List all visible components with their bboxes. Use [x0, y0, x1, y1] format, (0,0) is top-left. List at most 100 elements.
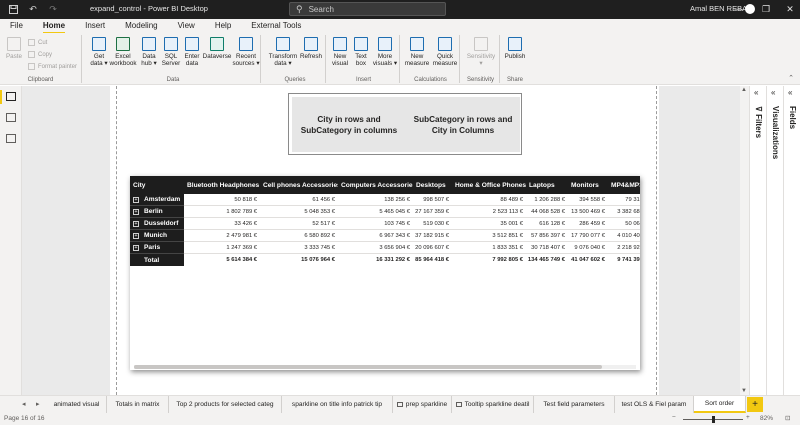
paste-button[interactable]: Paste — [5, 37, 23, 60]
new-visual-button[interactable]: New visual — [329, 37, 351, 67]
matrix-value-cell[interactable]: 35 001 € — [452, 218, 526, 230]
column-header[interactable]: Bluetooth Headphones — [184, 176, 260, 194]
page-tab[interactable]: Totals in matrix — [107, 396, 169, 413]
add-page-button[interactable]: + — [747, 397, 763, 412]
expand-filters-icon[interactable]: « — [754, 88, 758, 97]
matrix-value-cell[interactable]: 394 558 € — [568, 194, 608, 206]
matrix-total-cell[interactable]: 7 992 805 € — [452, 254, 526, 266]
matrix-row-header-cell[interactable]: + Paris — [130, 242, 184, 254]
matrix-value-cell[interactable]: 2 523 113 € — [452, 206, 526, 218]
save-icon[interactable] — [6, 3, 20, 17]
matrix-value-cell[interactable]: 286 459 € — [568, 218, 608, 230]
quick-measure-button[interactable]: Quick measure — [432, 37, 458, 67]
matrix-value-cell[interactable]: 79 318 — [608, 194, 640, 206]
expand-fields-icon[interactable]: « — [788, 88, 792, 97]
maximize-icon[interactable]: ❐ — [755, 2, 777, 16]
matrix-value-cell[interactable]: 519 030 € — [413, 218, 452, 230]
matrix-value-cell[interactable]: 52 517 € — [260, 218, 338, 230]
expand-row-icon[interactable]: + — [133, 208, 139, 215]
page-tab[interactable]: Test field parameters — [534, 396, 615, 413]
page-tab[interactable]: prep sparkline — [393, 396, 452, 413]
column-header[interactable]: Home & Office Phones — [452, 176, 526, 194]
matrix-horizontal-scrollbar[interactable] — [134, 365, 636, 369]
close-icon[interactable]: ✕ — [779, 2, 800, 16]
column-header[interactable]: Monitors — [568, 176, 608, 194]
matrix-value-cell[interactable]: 4 010 406 — [608, 230, 640, 242]
matrix-value-cell[interactable]: 50 064 — [608, 218, 640, 230]
matrix-value-cell[interactable]: 1 206 288 € — [526, 194, 568, 206]
sensitivity-button[interactable]: Sensitivity ▾ — [464, 37, 498, 67]
matrix-value-cell[interactable]: 3 656 904 € — [338, 242, 413, 254]
matrix-value-cell[interactable]: 2 479 981 € — [184, 230, 260, 242]
subcategory-rows-button[interactable]: SubCategory in rows and City in Columns — [406, 97, 520, 152]
expand-visualizations-icon[interactable]: « — [771, 88, 775, 97]
matrix-value-cell[interactable]: 1 802 789 € — [184, 206, 260, 218]
column-header[interactable]: Cell phones Accessories — [260, 176, 338, 194]
sql-server-button[interactable]: SQL Server — [160, 37, 182, 67]
dataverse-button[interactable]: Dataverse — [202, 37, 232, 60]
matrix-total-cell[interactable]: 9 741 395 — [608, 254, 640, 266]
matrix-total-cell[interactable]: 85 964 418 € — [413, 254, 452, 266]
expand-row-icon[interactable]: + — [133, 232, 139, 239]
page-tab[interactable]: sparkline on title info patrick tip — [282, 396, 393, 413]
column-header[interactable]: Laptops — [526, 176, 568, 194]
matrix-value-cell[interactable]: 1 833 351 € — [452, 242, 526, 254]
matrix-total-cell[interactable]: 15 076 964 € — [260, 254, 338, 266]
matrix-value-cell[interactable]: 6 967 343 € — [338, 230, 413, 242]
zoom-slider-thumb[interactable] — [712, 416, 715, 423]
matrix-value-cell[interactable]: 61 456 € — [260, 194, 338, 206]
previous-page-icon[interactable]: ◂ — [22, 400, 26, 408]
matrix-value-cell[interactable]: 37 182 915 € — [413, 230, 452, 242]
expand-row-icon[interactable]: + — [133, 244, 139, 251]
matrix-total-cell[interactable]: 134 465 749 € — [526, 254, 568, 266]
matrix-total-cell[interactable]: 16 331 292 € — [338, 254, 413, 266]
matrix-value-cell[interactable]: 3 512 851 € — [452, 230, 526, 242]
tab-file[interactable]: File — [0, 19, 33, 33]
city-rows-button[interactable]: City in rows and SubCategory in columns — [292, 97, 406, 152]
matrix-value-cell[interactable]: 33 426 € — [184, 218, 260, 230]
minimize-icon[interactable]: — — [728, 2, 750, 16]
visualizations-pane[interactable]: « Visualizations — [766, 86, 783, 395]
refresh-button[interactable]: Refresh — [298, 37, 324, 60]
matrix-value-cell[interactable]: 5 048 353 € — [260, 206, 338, 218]
matrix-value-cell[interactable]: 88 489 € — [452, 194, 526, 206]
tab-modeling[interactable]: Modeling — [115, 19, 167, 33]
matrix-visual[interactable]: City Bluetooth Headphones Cell phones Ac… — [130, 176, 640, 370]
cut-button[interactable]: Cut — [28, 39, 47, 46]
model-view-icon[interactable] — [6, 134, 16, 143]
excel-workbook-button[interactable]: Excel workbook — [110, 37, 136, 67]
expand-row-icon[interactable]: + — [133, 196, 139, 203]
tab-view[interactable]: View — [168, 19, 205, 33]
matrix-total-cell[interactable]: 41 047 602 € — [568, 254, 608, 266]
collapse-ribbon-icon[interactable]: ⌃ — [788, 74, 794, 82]
new-measure-button[interactable]: New measure — [404, 37, 430, 67]
matrix-value-cell[interactable]: 50 818 € — [184, 194, 260, 206]
scroll-down-icon[interactable]: ▼ — [741, 388, 747, 394]
scroll-up-icon[interactable]: ▲ — [741, 87, 747, 93]
text-box-button[interactable]: Text box — [351, 37, 371, 67]
next-page-icon[interactable]: ▸ — [36, 400, 40, 408]
matrix-value-cell[interactable]: 3 333 745 € — [260, 242, 338, 254]
matrix-value-cell[interactable]: 20 096 607 € — [413, 242, 452, 254]
tab-external-tools[interactable]: External Tools — [241, 19, 311, 33]
format-painter-button[interactable]: Format painter — [28, 63, 77, 70]
matrix-total-cell[interactable]: 5 614 384 € — [184, 254, 260, 266]
data-hub-button[interactable]: Data hub ▾ — [138, 37, 160, 67]
matrix-value-cell[interactable]: 9 076 040 € — [568, 242, 608, 254]
search-box[interactable]: ⚲ Search — [289, 2, 446, 16]
matrix-value-cell[interactable]: 30 718 407 € — [526, 242, 568, 254]
matrix-value-cell[interactable]: 1 247 369 € — [184, 242, 260, 254]
tab-home[interactable]: Home — [33, 19, 75, 34]
zoom-out-icon[interactable]: − — [672, 414, 676, 421]
matrix-value-cell[interactable]: 6 580 892 € — [260, 230, 338, 242]
matrix-value-cell[interactable]: 103 745 € — [338, 218, 413, 230]
page-tab[interactable]: animated visual — [47, 396, 107, 413]
page-tab[interactable]: test OLS & Fiel param — [615, 396, 694, 413]
fields-pane[interactable]: « Fields — [783, 86, 800, 395]
copy-button[interactable]: Copy — [28, 51, 52, 58]
matrix-value-cell[interactable]: 138 256 € — [338, 194, 413, 206]
report-view-icon[interactable] — [6, 92, 16, 101]
matrix-value-cell[interactable]: 2 218 923 — [608, 242, 640, 254]
column-header[interactable]: Computers Accessories — [338, 176, 413, 194]
canvas-scrollbar[interactable]: ▲ ▼ — [740, 86, 749, 395]
